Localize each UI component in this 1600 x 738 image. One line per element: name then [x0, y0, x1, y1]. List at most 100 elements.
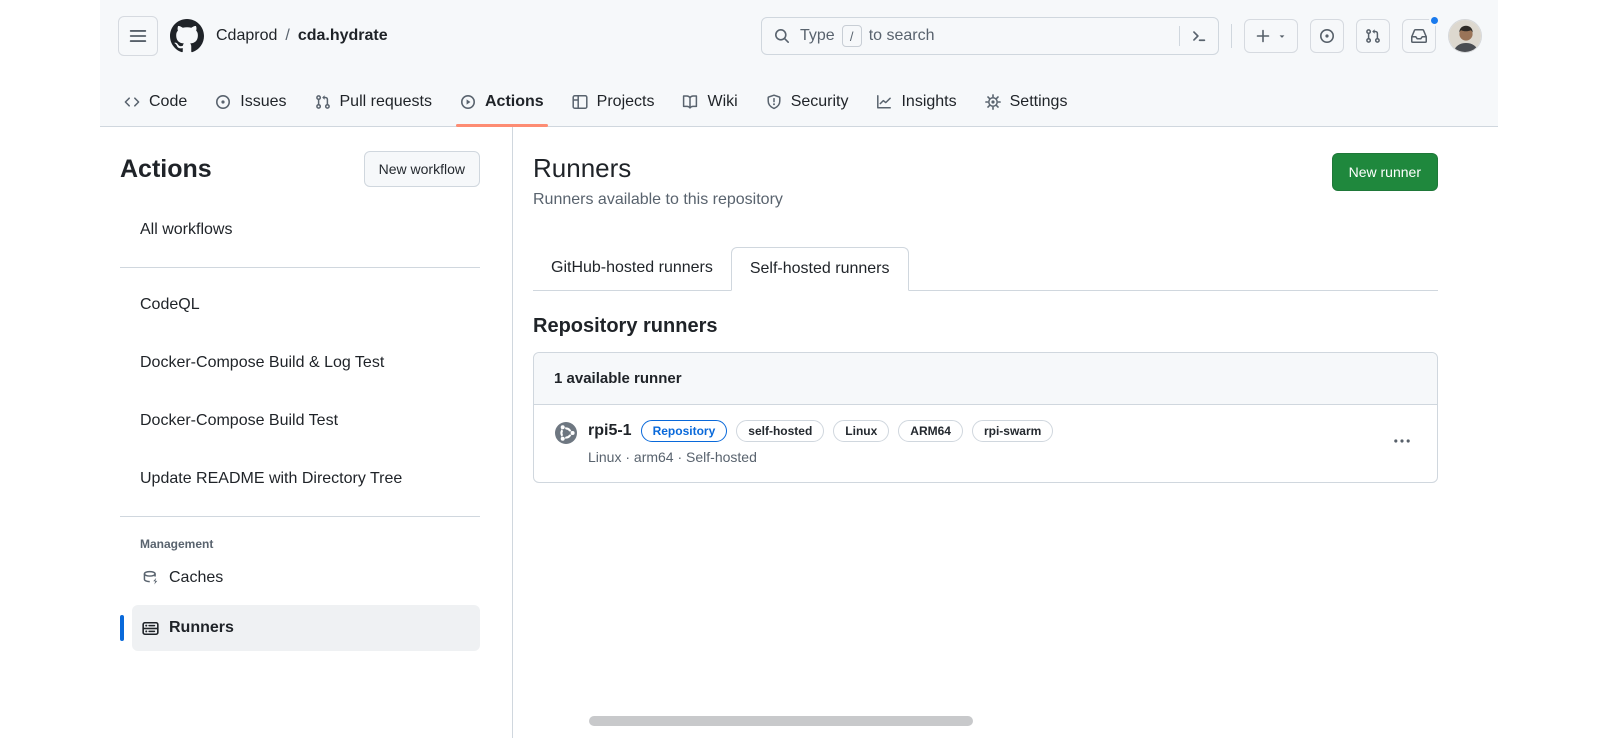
sidebar-item-label: Caches: [169, 569, 223, 587]
breadcrumb: Cdaprod / cda.hydrate: [216, 27, 388, 45]
tab-github-hosted-runners[interactable]: GitHub-hosted runners: [533, 247, 731, 290]
repository-runners-heading: Repository runners: [533, 315, 1438, 338]
runner-meta: Linux · arm64 · Self-hosted: [588, 449, 1377, 465]
runner-type-tabs: GitHub-hosted runners Self-hosted runner…: [533, 247, 1438, 291]
search-icon: [774, 28, 790, 44]
tab-label: Issues: [240, 93, 286, 111]
sidebar-header: Actions New workflow: [120, 151, 480, 187]
tab-label: Pull requests: [340, 93, 433, 111]
unread-notification-dot: [1429, 15, 1440, 26]
tab-label: Insights: [901, 93, 956, 111]
sidebar-item-codeql[interactable]: CodeQL: [120, 276, 480, 334]
sidebar-divider: [120, 267, 480, 268]
repo-nav-tabs: Code Issues Pull r: [100, 78, 1498, 126]
breadcrumb-owner[interactable]: Cdaprod: [216, 27, 277, 45]
code-icon: [124, 94, 140, 110]
tab-wiki[interactable]: Wiki: [668, 78, 751, 126]
pull-requests-dashboard-button[interactable]: [1356, 19, 1390, 53]
search-placeholder-prefix: Type: [800, 27, 835, 45]
git-pull-request-icon: [1365, 28, 1381, 44]
hamburger-menu-button[interactable]: [118, 16, 158, 56]
inbox-icon: [1411, 28, 1427, 44]
runner-options-button[interactable]: [1387, 426, 1417, 459]
breadcrumb-separator: /: [285, 27, 289, 45]
runner-label-arm64: ARM64: [898, 420, 963, 442]
tab-actions[interactable]: Actions: [446, 78, 558, 126]
runner-visibility-badge[interactable]: Repository: [641, 420, 728, 442]
kebab-horizontal-icon: [1393, 432, 1411, 450]
sidebar-item-docker-compose-build-log-test[interactable]: Docker-Compose Build & Log Test: [120, 334, 480, 392]
runner-count-header: 1 available runner: [534, 353, 1437, 405]
sidebar-item-runners[interactable]: Runners: [132, 605, 480, 651]
runner-title-line: rpi5-1 Repository self-hosted Linux ARM6…: [588, 420, 1377, 442]
active-item-indicator: [120, 615, 124, 641]
git-pull-request-icon: [315, 94, 331, 110]
cache-icon: [142, 570, 159, 587]
issue-opened-icon: [1319, 28, 1335, 44]
command-palette-icon[interactable]: [1190, 27, 1208, 45]
issues-dashboard-button[interactable]: [1310, 19, 1344, 53]
tab-label: Code: [149, 93, 187, 111]
search-placeholder-suffix: to search: [869, 27, 935, 45]
sidebar-divider: [120, 516, 480, 517]
runner-row: rpi5-1 Repository self-hosted Linux ARM6…: [534, 405, 1437, 482]
search-placeholder: Type / to search: [800, 25, 1169, 47]
tab-security[interactable]: Security: [752, 78, 863, 126]
runners-card: 1 available runner: [533, 352, 1438, 483]
plus-icon: [1255, 28, 1271, 44]
page-subtitle: Runners available to this repository: [533, 191, 783, 209]
tab-label: Projects: [597, 93, 655, 111]
management-section-label: Management: [140, 537, 480, 551]
book-icon: [682, 94, 698, 110]
runner-label-linux: Linux: [833, 420, 889, 442]
new-workflow-button[interactable]: New workflow: [364, 151, 480, 187]
slash-key-hint: /: [842, 25, 862, 47]
tab-settings[interactable]: Settings: [971, 78, 1082, 126]
gear-icon: [985, 94, 1001, 110]
horizontal-scrollbar-thumb[interactable]: [589, 716, 973, 726]
tab-self-hosted-runners[interactable]: Self-hosted runners: [731, 247, 909, 291]
header-top-row: Cdaprod / cda.hydrate Type / to search: [100, 0, 1498, 56]
tab-label: Settings: [1010, 93, 1068, 111]
runner-name[interactable]: rpi5-1: [588, 422, 632, 440]
github-repo-runners-page: Cdaprod / cda.hydrate Type / to search: [0, 0, 1600, 738]
tab-code[interactable]: Code: [110, 78, 201, 126]
ubuntu-logo-icon: [554, 421, 578, 445]
runners-icon: [142, 620, 159, 637]
shield-icon: [766, 94, 782, 110]
sidebar-item-label: Runners: [169, 619, 234, 637]
play-icon: [460, 94, 476, 110]
sidebar-item-caches[interactable]: Caches: [132, 555, 480, 601]
issue-opened-icon: [215, 94, 231, 110]
tab-projects[interactable]: Projects: [558, 78, 669, 126]
page-body: Actions New workflow All workflows CodeQ…: [100, 127, 1498, 738]
global-header: Cdaprod / cda.hydrate Type / to search: [100, 0, 1498, 127]
runner-label-self-hosted: self-hosted: [736, 420, 824, 442]
graph-icon: [876, 94, 892, 110]
tab-label: Wiki: [707, 93, 737, 111]
runner-label-rpi-swarm: rpi-swarm: [972, 420, 1053, 442]
inbox-button[interactable]: [1402, 19, 1436, 53]
sidebar-title: Actions: [120, 155, 212, 184]
avatar-photo: [1449, 20, 1482, 53]
tab-pull-requests[interactable]: Pull requests: [301, 78, 447, 126]
app-window: Cdaprod / cda.hydrate Type / to search: [100, 0, 1498, 738]
tab-insights[interactable]: Insights: [862, 78, 970, 126]
hamburger-icon: [129, 27, 147, 45]
tab-issues[interactable]: Issues: [201, 78, 300, 126]
sidebar-item-all-workflows[interactable]: All workflows: [120, 201, 480, 259]
sidebar-item-update-readme[interactable]: Update README with Directory Tree: [120, 450, 480, 508]
github-logo-icon[interactable]: [170, 19, 204, 53]
runners-main: Runners Runners available to this reposi…: [513, 127, 1498, 738]
tab-label: Actions: [485, 93, 544, 111]
tab-label: Security: [791, 93, 849, 111]
header-divider: [1231, 24, 1232, 48]
sidebar-item-docker-compose-build-test[interactable]: Docker-Compose Build Test: [120, 392, 480, 450]
avatar[interactable]: [1448, 19, 1482, 53]
workflow-list: All workflows CodeQL Docker-Compose Buil…: [120, 201, 480, 517]
create-new-button[interactable]: [1244, 19, 1298, 53]
breadcrumb-repo[interactable]: cda.hydrate: [298, 27, 388, 45]
new-runner-button[interactable]: New runner: [1332, 153, 1438, 191]
search-input[interactable]: Type / to search: [761, 17, 1219, 55]
active-tab-underline: [456, 124, 548, 127]
